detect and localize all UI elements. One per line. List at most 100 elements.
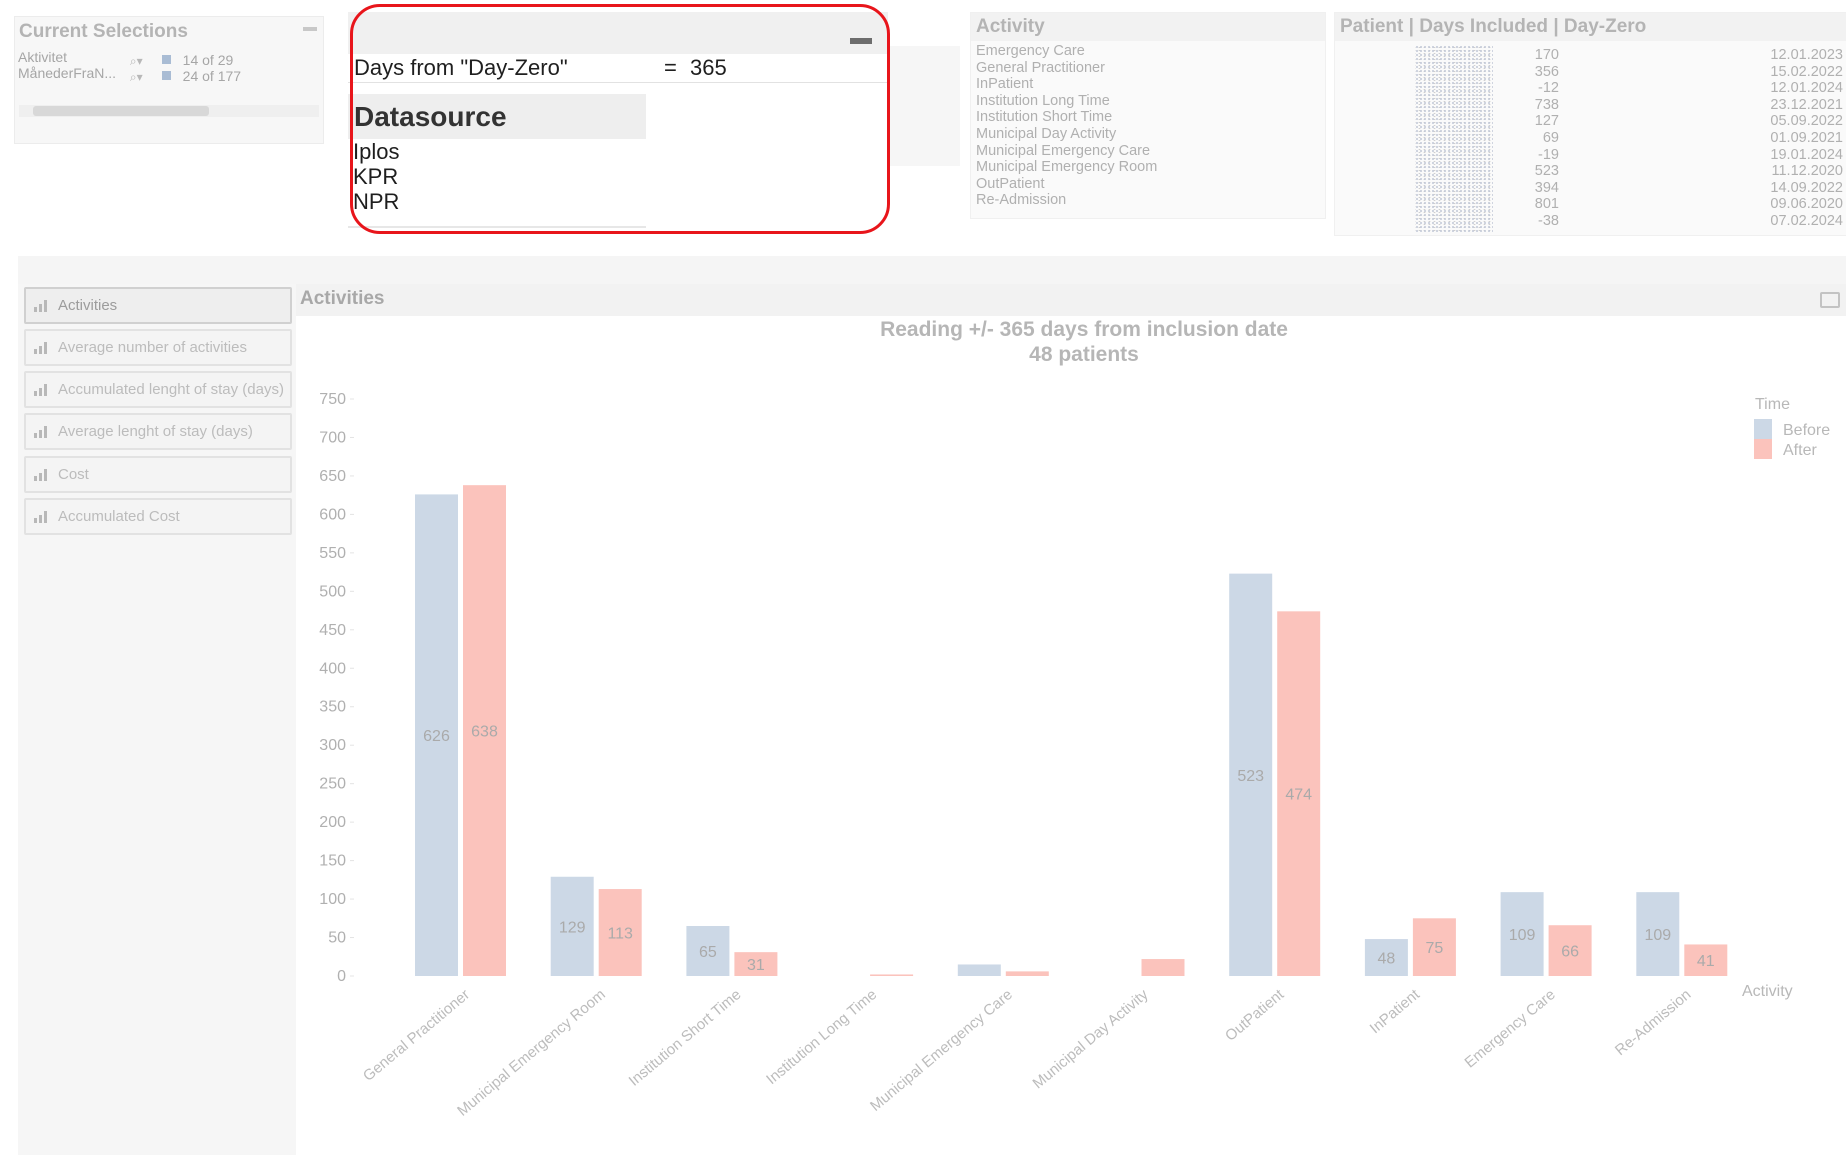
activity-item[interactable]: Municipal Emergency Care — [971, 143, 1325, 160]
bar-after — [1005, 971, 1049, 976]
chart-subtitle: 48 patients — [1029, 343, 1139, 366]
bar-chart-icon — [34, 469, 50, 481]
y-tick-label: 650 — [319, 468, 346, 485]
nav-button[interactable]: Accumulated Cost — [24, 498, 292, 535]
y-tick-label: 300 — [319, 737, 346, 754]
data-label: 109 — [1509, 927, 1536, 944]
patient-date-cell: 09.06.2020 — [1770, 196, 1843, 213]
data-label: 65 — [699, 944, 717, 961]
y-tick-label: 350 — [319, 699, 346, 716]
activity-item[interactable]: Re-Admission — [971, 192, 1325, 209]
minimize-icon[interactable] — [850, 38, 872, 44]
bar-chart-icon — [34, 384, 50, 396]
datasource-item[interactable]: NPR — [348, 189, 646, 214]
patient-days-cell: 69 — [1542, 130, 1559, 146]
nav-button-label: Accumulated Cost — [58, 508, 180, 525]
activity-item[interactable]: InPatient — [971, 76, 1325, 93]
day-zero-input-row[interactable]: Days from "Day-Zero" = 365 — [348, 54, 888, 83]
day-zero-value[interactable]: 365 — [690, 54, 727, 82]
nav-button-label: Accumulated lenght of stay (days) — [58, 381, 284, 398]
background-strip — [888, 46, 960, 166]
patient-date-cell: 01.09.2021 — [1770, 130, 1843, 146]
activity-item[interactable]: Emergency Care — [971, 43, 1325, 60]
x-tick-label: InPatient — [1367, 986, 1424, 1038]
bar-after — [870, 974, 914, 976]
minimize-icon[interactable] — [303, 27, 317, 31]
datasource-item[interactable]: Iplos — [348, 139, 646, 164]
patient-days-cell: 801 — [1534, 196, 1559, 213]
patient-date-cell: 12.01.2024 — [1770, 80, 1843, 97]
nav-button[interactable]: Activities — [24, 287, 292, 324]
y-tick-label: 150 — [319, 853, 346, 870]
search-clear-icon[interactable]: ⌕▾ — [130, 69, 158, 85]
x-tick-label: Municipal Day Activity — [1030, 986, 1152, 1093]
patient-days-cell: 356 — [1534, 63, 1559, 80]
y-tick-label: 50 — [328, 930, 346, 947]
patient-date-cell: 19.01.2024 — [1770, 146, 1843, 163]
day-zero-label: Days from "Day-Zero" — [354, 55, 568, 80]
scrollbar-thumb[interactable] — [33, 106, 209, 116]
y-tick-label: 500 — [319, 583, 346, 600]
x-tick-label: General Practitioner — [360, 986, 473, 1085]
current-selections-panel: Current Selections Aktivitet ⌕▾ 14 of 29… — [14, 16, 324, 144]
patient-table: Patient | Days Included | Day-Zero 170 12… — [1334, 12, 1846, 236]
nav-button-label: Average number of activities — [58, 339, 247, 356]
patient-ids-column — [1415, 45, 1493, 233]
activity-item[interactable]: Institution Short Time — [971, 109, 1325, 126]
print-icon[interactable] — [1820, 292, 1840, 308]
nav-button[interactable]: Accumulated lenght of stay (days) — [24, 371, 292, 408]
selection-field: Aktivitet — [18, 49, 68, 65]
bar-before — [957, 964, 1001, 976]
selection-value: 24 of 177 — [182, 68, 242, 84]
activity-item[interactable]: Municipal Emergency Room — [971, 159, 1325, 176]
patient-date-cell: 15.02.2022 — [1770, 63, 1843, 80]
data-label: 129 — [559, 919, 586, 936]
patient-days-cell: 394 — [1534, 179, 1559, 196]
patient-date-cell: 11.12.2020 — [1771, 163, 1844, 180]
data-label: 113 — [607, 926, 633, 943]
patient-days-cell: 738 — [1534, 96, 1559, 113]
activity-listbox: Activity Emergency Care General Practitio… — [970, 12, 1326, 219]
x-tick-label: Municipal Emergency Room — [454, 986, 609, 1120]
x-tick-label: Institution Short Time — [626, 986, 745, 1090]
patient-days-cell: -12 — [1538, 80, 1559, 97]
activity-item[interactable]: Institution Long Time — [971, 93, 1325, 110]
y-tick-label: 700 — [319, 429, 346, 446]
chart-title: Reading +/- 365 days from inclusion date — [880, 318, 1288, 341]
datasource-title: Datasource — [348, 94, 646, 139]
patient-days-cell: -19 — [1538, 146, 1559, 163]
variable-panel: Days from "Day-Zero" = 365 Datasource Ip… — [348, 12, 888, 228]
selection-row[interactable]: Aktivitet ⌕▾ 14 of 29 — [18, 49, 233, 68]
data-label: 75 — [1426, 940, 1444, 957]
nav-button[interactable]: Average number of activities — [24, 329, 292, 366]
horizontal-scrollbar[interactable] — [19, 105, 319, 117]
data-label: 48 — [1378, 951, 1396, 968]
nav-button-label: Activities — [58, 297, 118, 314]
patient-days-cell: 127 — [1534, 113, 1559, 130]
y-tick-label: 450 — [319, 622, 346, 639]
bar-chart-icon — [34, 426, 50, 438]
activity-item[interactable]: Municipal Day Activity — [971, 126, 1325, 143]
activity-item[interactable]: OutPatient — [971, 176, 1325, 193]
patient-table-title: Patient | Days Included | Day-Zero — [1335, 13, 1846, 41]
y-tick-label: 400 — [319, 660, 346, 677]
legend-label: Before — [1783, 422, 1830, 439]
nav-button[interactable]: Average lenght of stay (days) — [24, 413, 292, 450]
bar-chart-icon — [34, 300, 50, 312]
bar-chart-icon — [34, 511, 50, 523]
nav-button[interactable]: Cost — [24, 456, 292, 493]
patient-date-cell: 23.12.2021 — [1770, 96, 1843, 113]
legend-title: Time — [1755, 396, 1790, 413]
x-tick-label: OutPatient — [1222, 986, 1288, 1045]
activity-item[interactable]: General Practitioner — [971, 60, 1325, 77]
data-label: 31 — [747, 957, 765, 974]
activities-bar-chart: Reading +/- 365 days from inclusion date… — [319, 318, 1830, 1120]
selection-marker — [161, 71, 171, 80]
chart-panel-title: Activities — [300, 288, 385, 309]
selection-row[interactable]: MånederFraN... ⌕▾ 24 of 177 — [18, 65, 242, 84]
y-tick-label: 550 — [319, 545, 346, 562]
selection-marker — [161, 55, 171, 64]
datasource-item[interactable]: KPR — [348, 164, 646, 189]
datasource-listbox: Datasource Iplos KPR NPR — [348, 94, 646, 228]
variable-header — [348, 12, 888, 54]
